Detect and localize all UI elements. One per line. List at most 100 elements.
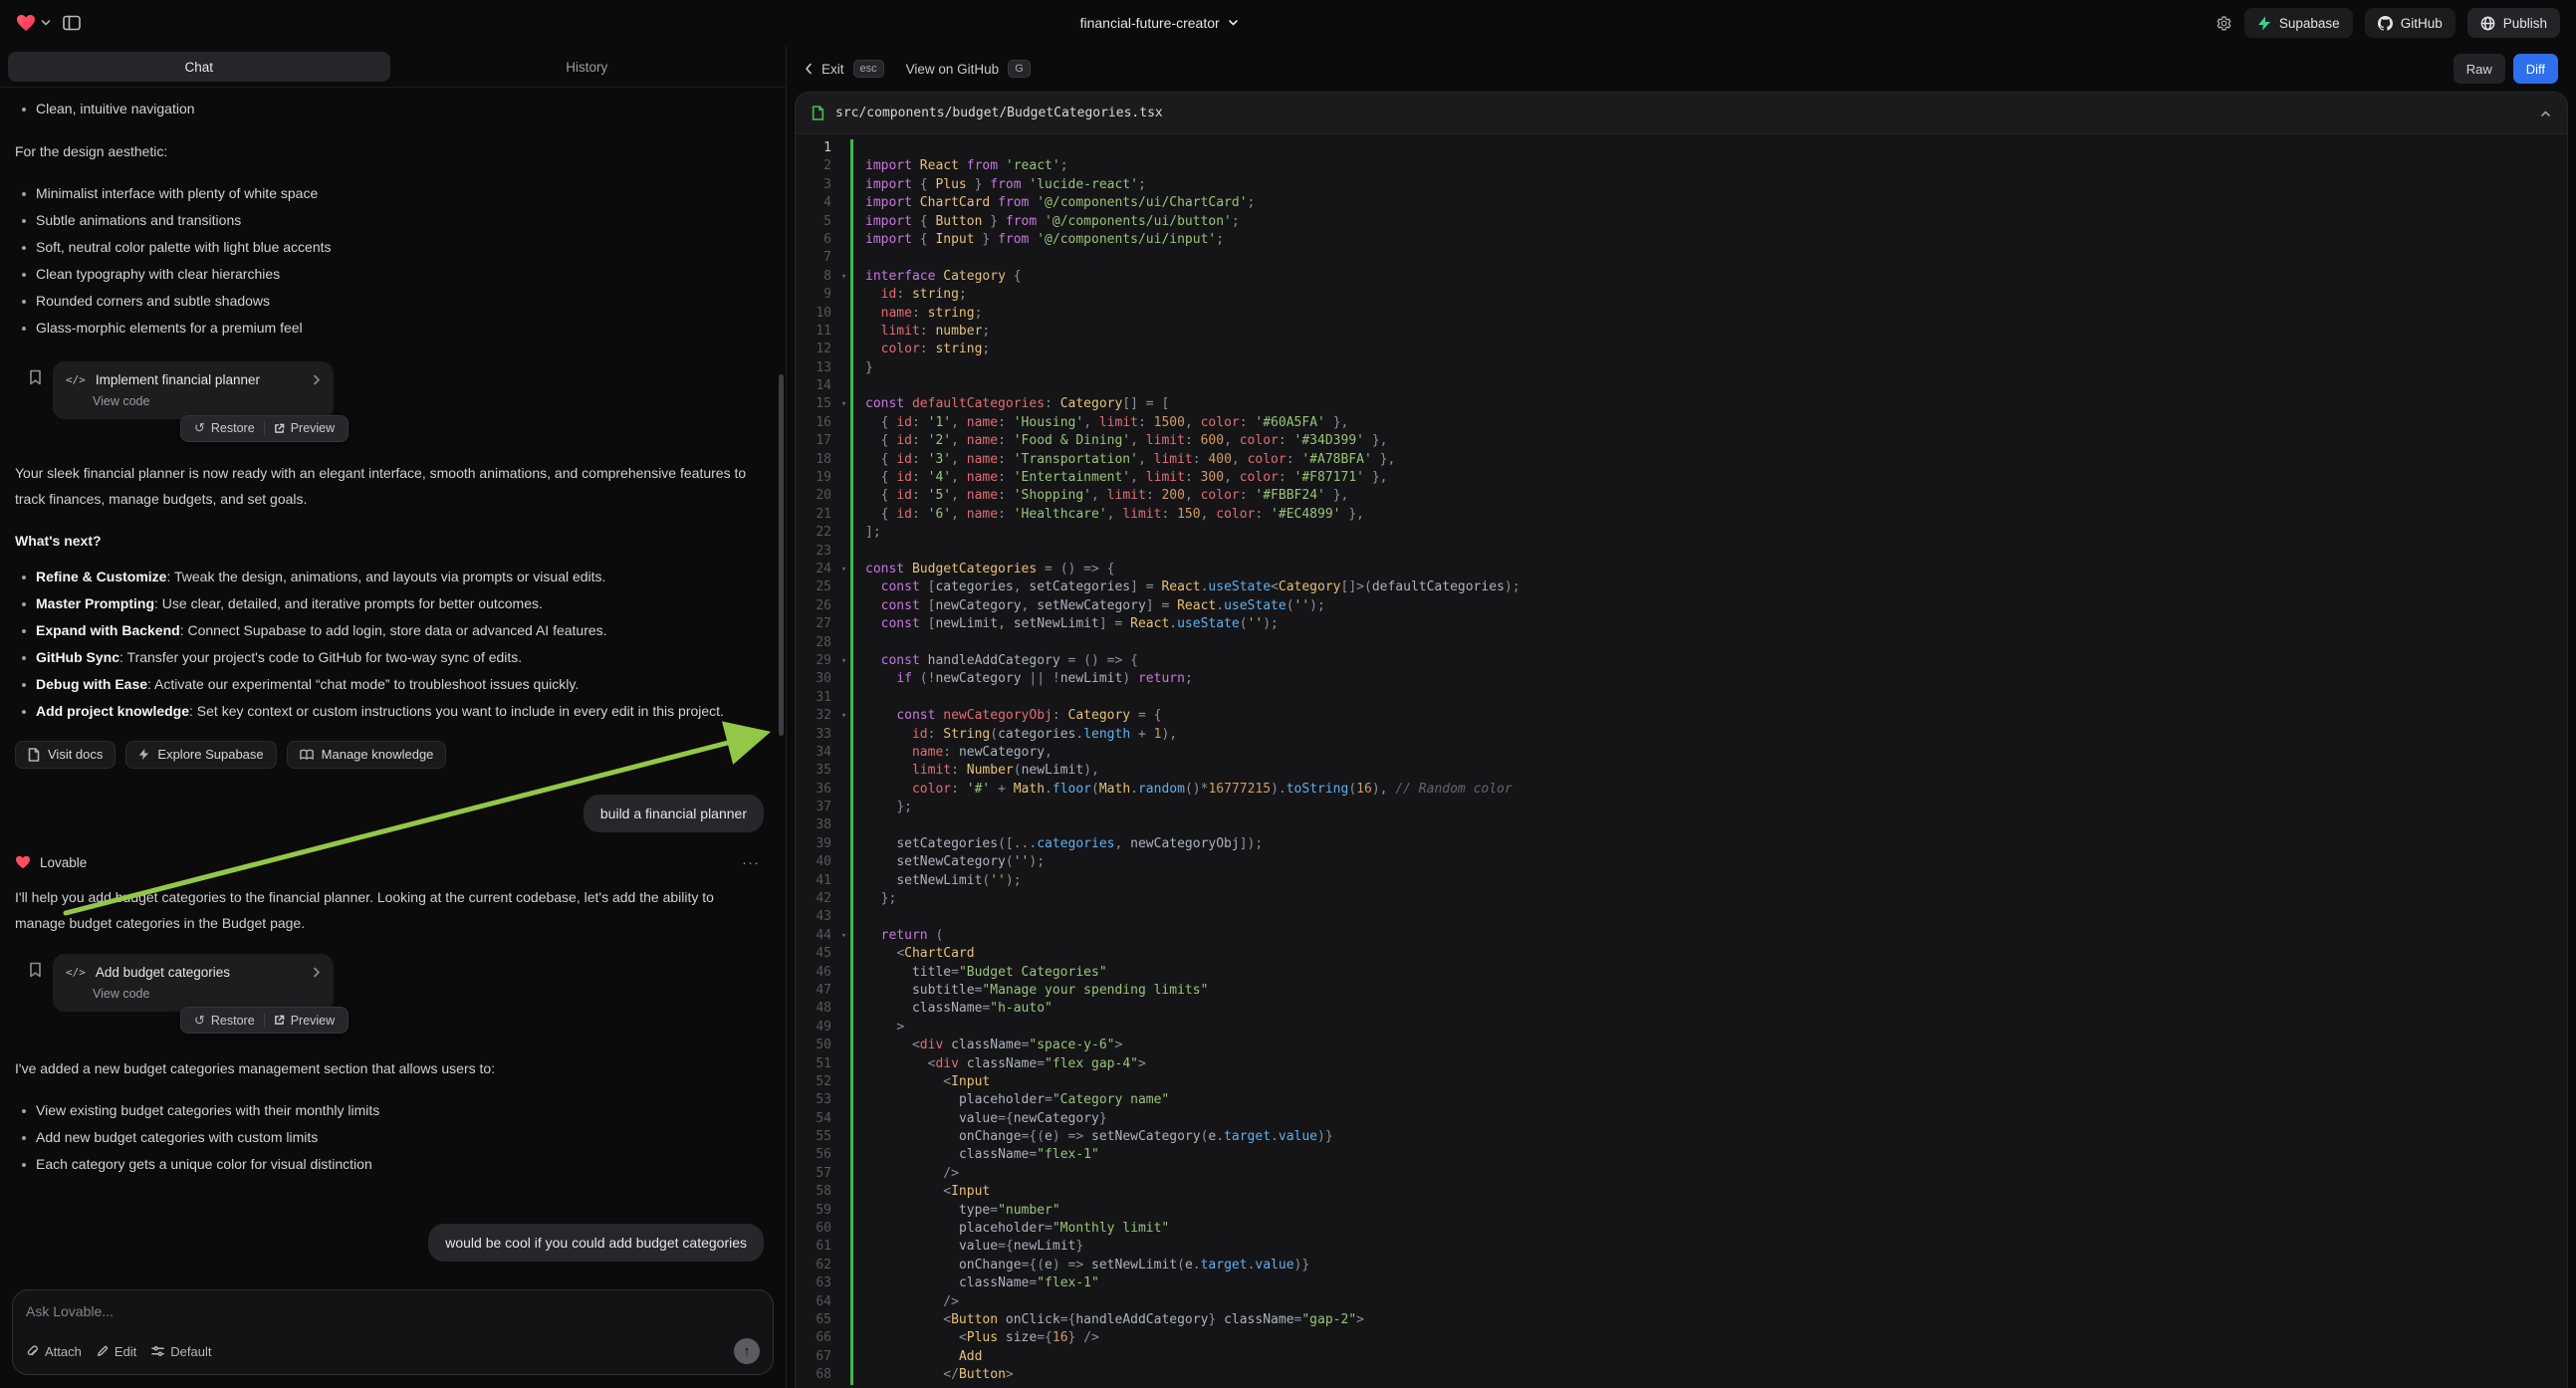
preview-label: Preview [291, 1014, 335, 1028]
code-line: 64 /> [796, 1293, 2567, 1311]
line-number: 34 [796, 744, 837, 762]
raw-toggle-button[interactable]: Raw [2454, 54, 2505, 84]
restore-button[interactable]: ↺ Restore [185, 1013, 264, 1029]
publish-label: Publish [2503, 16, 2547, 31]
chat-input[interactable] [26, 1303, 760, 1319]
line-number: 16 [796, 414, 837, 432]
tool-card-label: Implement financial planner [96, 372, 260, 387]
list-item: Soft, neutral color palette with light b… [15, 234, 764, 261]
line-number: 23 [796, 543, 837, 561]
view-code-link[interactable]: View code [93, 394, 321, 408]
chat-messages[interactable]: Clean, intuitive navigation For the desi… [0, 88, 786, 1279]
list-item: Clean typography with clear hierarchies [15, 261, 764, 288]
toggle-sidebar-button[interactable] [63, 15, 81, 31]
settings-button[interactable] [2216, 15, 2232, 32]
visit-docs-button[interactable]: Visit docs [15, 741, 116, 769]
tool-card-add-budget-categories[interactable]: </> Add budget categories View code [53, 954, 334, 1012]
design-aesthetic-heading: For the design aesthetic: [15, 138, 764, 164]
code-icon: </> [66, 373, 86, 386]
restore-label: Restore [211, 1014, 255, 1028]
code-line: 29▾ const handleAddCategory = () => { [796, 652, 2567, 670]
code-editor[interactable]: 12import React from 'react';3import { Pl… [796, 134, 2567, 1388]
fold-chevron-icon[interactable]: ▾ [837, 707, 850, 725]
collapse-file-button[interactable] [2540, 110, 2551, 117]
file-header[interactable]: src/components/budget/BudgetCategories.t… [796, 93, 2567, 134]
code-line: 15▾const defaultCategories: Category[] =… [796, 395, 2567, 413]
next-step-item: Add project knowledge: Set key context o… [15, 698, 764, 725]
line-number: 42 [796, 890, 837, 908]
line-number: 18 [796, 451, 837, 469]
supabase-button[interactable]: Supabase [2244, 8, 2353, 38]
chevron-down-icon [41, 19, 51, 27]
code-line: 14 [796, 377, 2567, 395]
document-icon [28, 748, 40, 762]
line-number: 21 [796, 506, 837, 524]
line-number: 7 [796, 249, 837, 267]
tab-history[interactable]: History [396, 52, 779, 82]
message-more-button[interactable]: ··· [742, 854, 760, 871]
line-number: 51 [796, 1055, 837, 1073]
attach-button[interactable]: Attach [26, 1344, 82, 1359]
restore-icon: ↺ [194, 420, 205, 436]
user-message: build a financial planner [584, 795, 764, 832]
code-line: 49 > [796, 1019, 2567, 1037]
manage-knowledge-button[interactable]: Manage knowledge [287, 741, 447, 769]
restore-icon: ↺ [194, 1013, 205, 1029]
diff-toggle-button[interactable]: Diff [2513, 54, 2558, 84]
view-on-github-link[interactable]: View on GitHub G [906, 60, 1031, 78]
bookmark-icon[interactable] [29, 962, 42, 978]
github-button[interactable]: GitHub [2365, 8, 2456, 38]
user-message: would be cool if you could add budget ca… [428, 1224, 764, 1262]
code-line: 50 <div className="space-y-6"> [796, 1037, 2567, 1054]
fold-chevron-icon[interactable]: ▾ [837, 652, 850, 670]
code-line: 1 [796, 139, 2567, 157]
fold-chevron-icon[interactable]: ▾ [837, 927, 850, 945]
project-name-dropdown[interactable]: financial-future-creator [1080, 15, 1239, 31]
globe-icon [2480, 16, 2495, 31]
bookmark-icon[interactable] [29, 369, 42, 385]
panel-left-icon [63, 15, 81, 31]
preview-button[interactable]: Preview [265, 1014, 344, 1028]
restore-preview-toolbar: ↺ Restore Preview [180, 1007, 349, 1034]
view-code-link[interactable]: View code [93, 987, 321, 1001]
quick-actions-row: Visit docs Explore Supabase Manage knowl… [15, 741, 764, 769]
project-name: financial-future-creator [1080, 15, 1220, 31]
chevron-down-icon [1229, 19, 1239, 27]
workspace-menu-button[interactable] [16, 14, 51, 32]
line-number: 41 [796, 872, 837, 890]
code-line: 10 name: string; [796, 305, 2567, 323]
exit-button[interactable]: Exit esc [805, 60, 884, 78]
code-line: 45 <ChartCard [796, 945, 2567, 963]
tool-card-implement-financial-planner[interactable]: </> Implement financial planner View cod… [53, 361, 334, 419]
line-number: 13 [796, 359, 837, 377]
send-button[interactable]: ↑ [734, 1338, 760, 1364]
next-step-item: Expand with Backend: Connect Supabase to… [15, 617, 764, 644]
fold-chevron-icon[interactable]: ▾ [837, 561, 850, 578]
line-number: 9 [796, 286, 837, 304]
explore-supabase-button[interactable]: Explore Supabase [125, 741, 276, 769]
code-header: Exit esc View on GitHub G Raw Diff [787, 46, 2576, 92]
line-number: 55 [796, 1128, 837, 1146]
tab-chat[interactable]: Chat [8, 52, 390, 82]
code-line: 31 [796, 689, 2567, 707]
code-line: 43 [796, 908, 2567, 926]
restore-button[interactable]: ↺ Restore [185, 420, 264, 436]
code-line: 9 id: string; [796, 286, 2567, 304]
model-selector[interactable]: Default [151, 1344, 211, 1359]
file-path: src/components/budget/BudgetCategories.t… [835, 106, 1163, 120]
esc-shortcut-badge: esc [853, 60, 884, 78]
chevron-right-icon [289, 967, 321, 978]
line-number: 48 [796, 1000, 837, 1018]
code-line: 35 limit: Number(newLimit), [796, 762, 2567, 780]
chat-scrollbar-thumb[interactable] [779, 374, 784, 736]
preview-button[interactable]: Preview [265, 421, 344, 435]
assistant-header: Lovable ··· [15, 854, 764, 871]
fold-chevron-icon[interactable]: ▾ [837, 395, 850, 413]
line-number: 25 [796, 578, 837, 596]
next-step-item: GitHub Sync: Transfer your project's cod… [15, 644, 764, 671]
publish-button[interactable]: Publish [2467, 8, 2560, 38]
line-number: 62 [796, 1257, 837, 1274]
edit-mode-button[interactable]: Edit [97, 1344, 136, 1359]
line-number: 60 [796, 1220, 837, 1238]
fold-chevron-icon[interactable]: ▾ [837, 268, 850, 286]
